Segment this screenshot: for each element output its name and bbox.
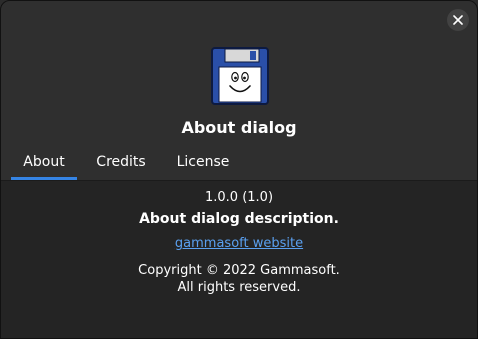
close-icon xyxy=(453,15,463,25)
dialog-header: About dialog xyxy=(1,39,477,143)
tab-bar: About Credits License xyxy=(1,143,477,181)
close-button[interactable] xyxy=(447,9,469,31)
app-name: About dialog xyxy=(181,118,297,137)
about-panel: 1.0.0 (1.0) About dialog description. ga… xyxy=(1,181,477,338)
version-label: 1.0.0 (1.0) xyxy=(204,190,274,205)
floppy-disk-face-icon xyxy=(211,47,269,105)
website-row: gammasoft website xyxy=(1,236,477,251)
tab-license[interactable]: License xyxy=(165,143,241,181)
about-dialog-window: About dialog About Credits License 1.0.0… xyxy=(0,0,478,339)
rights-line: All rights reserved. xyxy=(177,280,301,295)
website-link[interactable]: gammasoft website xyxy=(175,236,303,251)
copyright-text: Copyright © 2022 Gammasoft. All rights r… xyxy=(1,262,477,296)
tab-credits[interactable]: Credits xyxy=(85,143,157,181)
selected-tab-indicator xyxy=(11,177,77,180)
description-label: About dialog description. xyxy=(139,211,339,227)
titlebar xyxy=(1,1,477,39)
tab-about[interactable]: About xyxy=(11,143,77,181)
copyright-line: Copyright © 2022 Gammasoft. xyxy=(138,263,340,278)
